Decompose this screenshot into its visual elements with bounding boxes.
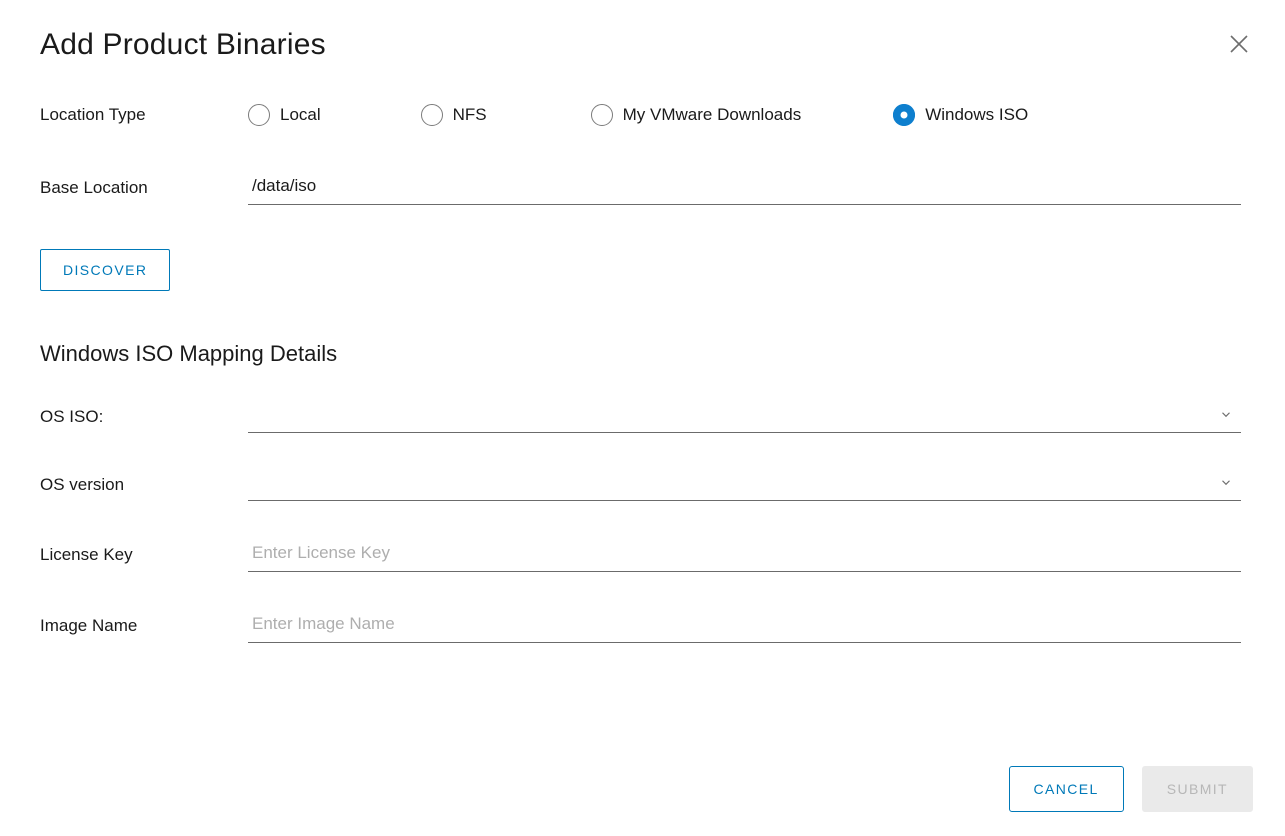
dialog-footer: CANCEL SUBMIT [1009,766,1254,812]
image-name-input[interactable] [248,608,1241,643]
radio-option-my-vmware-downloads[interactable]: My VMware Downloads [591,104,802,126]
dialog-title: Add Product Binaries [40,28,1245,62]
os-iso-select[interactable] [248,401,1241,433]
add-product-binaries-dialog: Add Product Binaries Location Type Local… [0,0,1285,836]
radio-label: Windows ISO [925,105,1028,125]
windows-iso-mapping-heading: Windows ISO Mapping Details [40,341,1241,367]
submit-button[interactable]: SUBMIT [1142,766,1253,812]
location-type-label: Location Type [40,105,248,125]
base-location-row: Base Location [40,170,1241,205]
base-location-input[interactable] [248,170,1241,205]
radio-icon [248,104,270,126]
close-icon[interactable] [1227,32,1251,56]
dialog-body-scroll[interactable]: Location Type Local NFS My VMware Downlo… [40,104,1245,704]
os-version-row: OS version [40,469,1241,501]
radio-icon [893,104,915,126]
cancel-button[interactable]: CANCEL [1009,766,1124,812]
license-key-row: License Key [40,537,1241,572]
radio-label: My VMware Downloads [623,105,802,125]
license-key-label: License Key [40,545,248,565]
license-key-input[interactable] [248,537,1241,572]
radio-option-windows-iso[interactable]: Windows ISO [893,104,1028,126]
os-iso-label: OS ISO: [40,407,248,427]
location-type-row: Location Type Local NFS My VMware Downlo… [40,104,1241,126]
radio-option-local[interactable]: Local [248,104,321,126]
base-location-label: Base Location [40,178,248,198]
os-iso-row: OS ISO: [40,401,1241,433]
os-version-label: OS version [40,475,248,495]
radio-label: NFS [453,105,487,125]
os-version-select[interactable] [248,469,1241,501]
chevron-down-icon [1219,475,1233,494]
image-name-label: Image Name [40,616,248,636]
discover-button[interactable]: DISCOVER [40,249,170,291]
image-name-row: Image Name [40,608,1241,643]
radio-icon [591,104,613,126]
radio-option-nfs[interactable]: NFS [421,104,487,126]
location-type-radio-group: Local NFS My VMware Downloads Windows IS… [248,104,1028,126]
radio-icon [421,104,443,126]
radio-label: Local [280,105,321,125]
chevron-down-icon [1219,407,1233,426]
dialog-body: Location Type Local NFS My VMware Downlo… [40,104,1241,704]
